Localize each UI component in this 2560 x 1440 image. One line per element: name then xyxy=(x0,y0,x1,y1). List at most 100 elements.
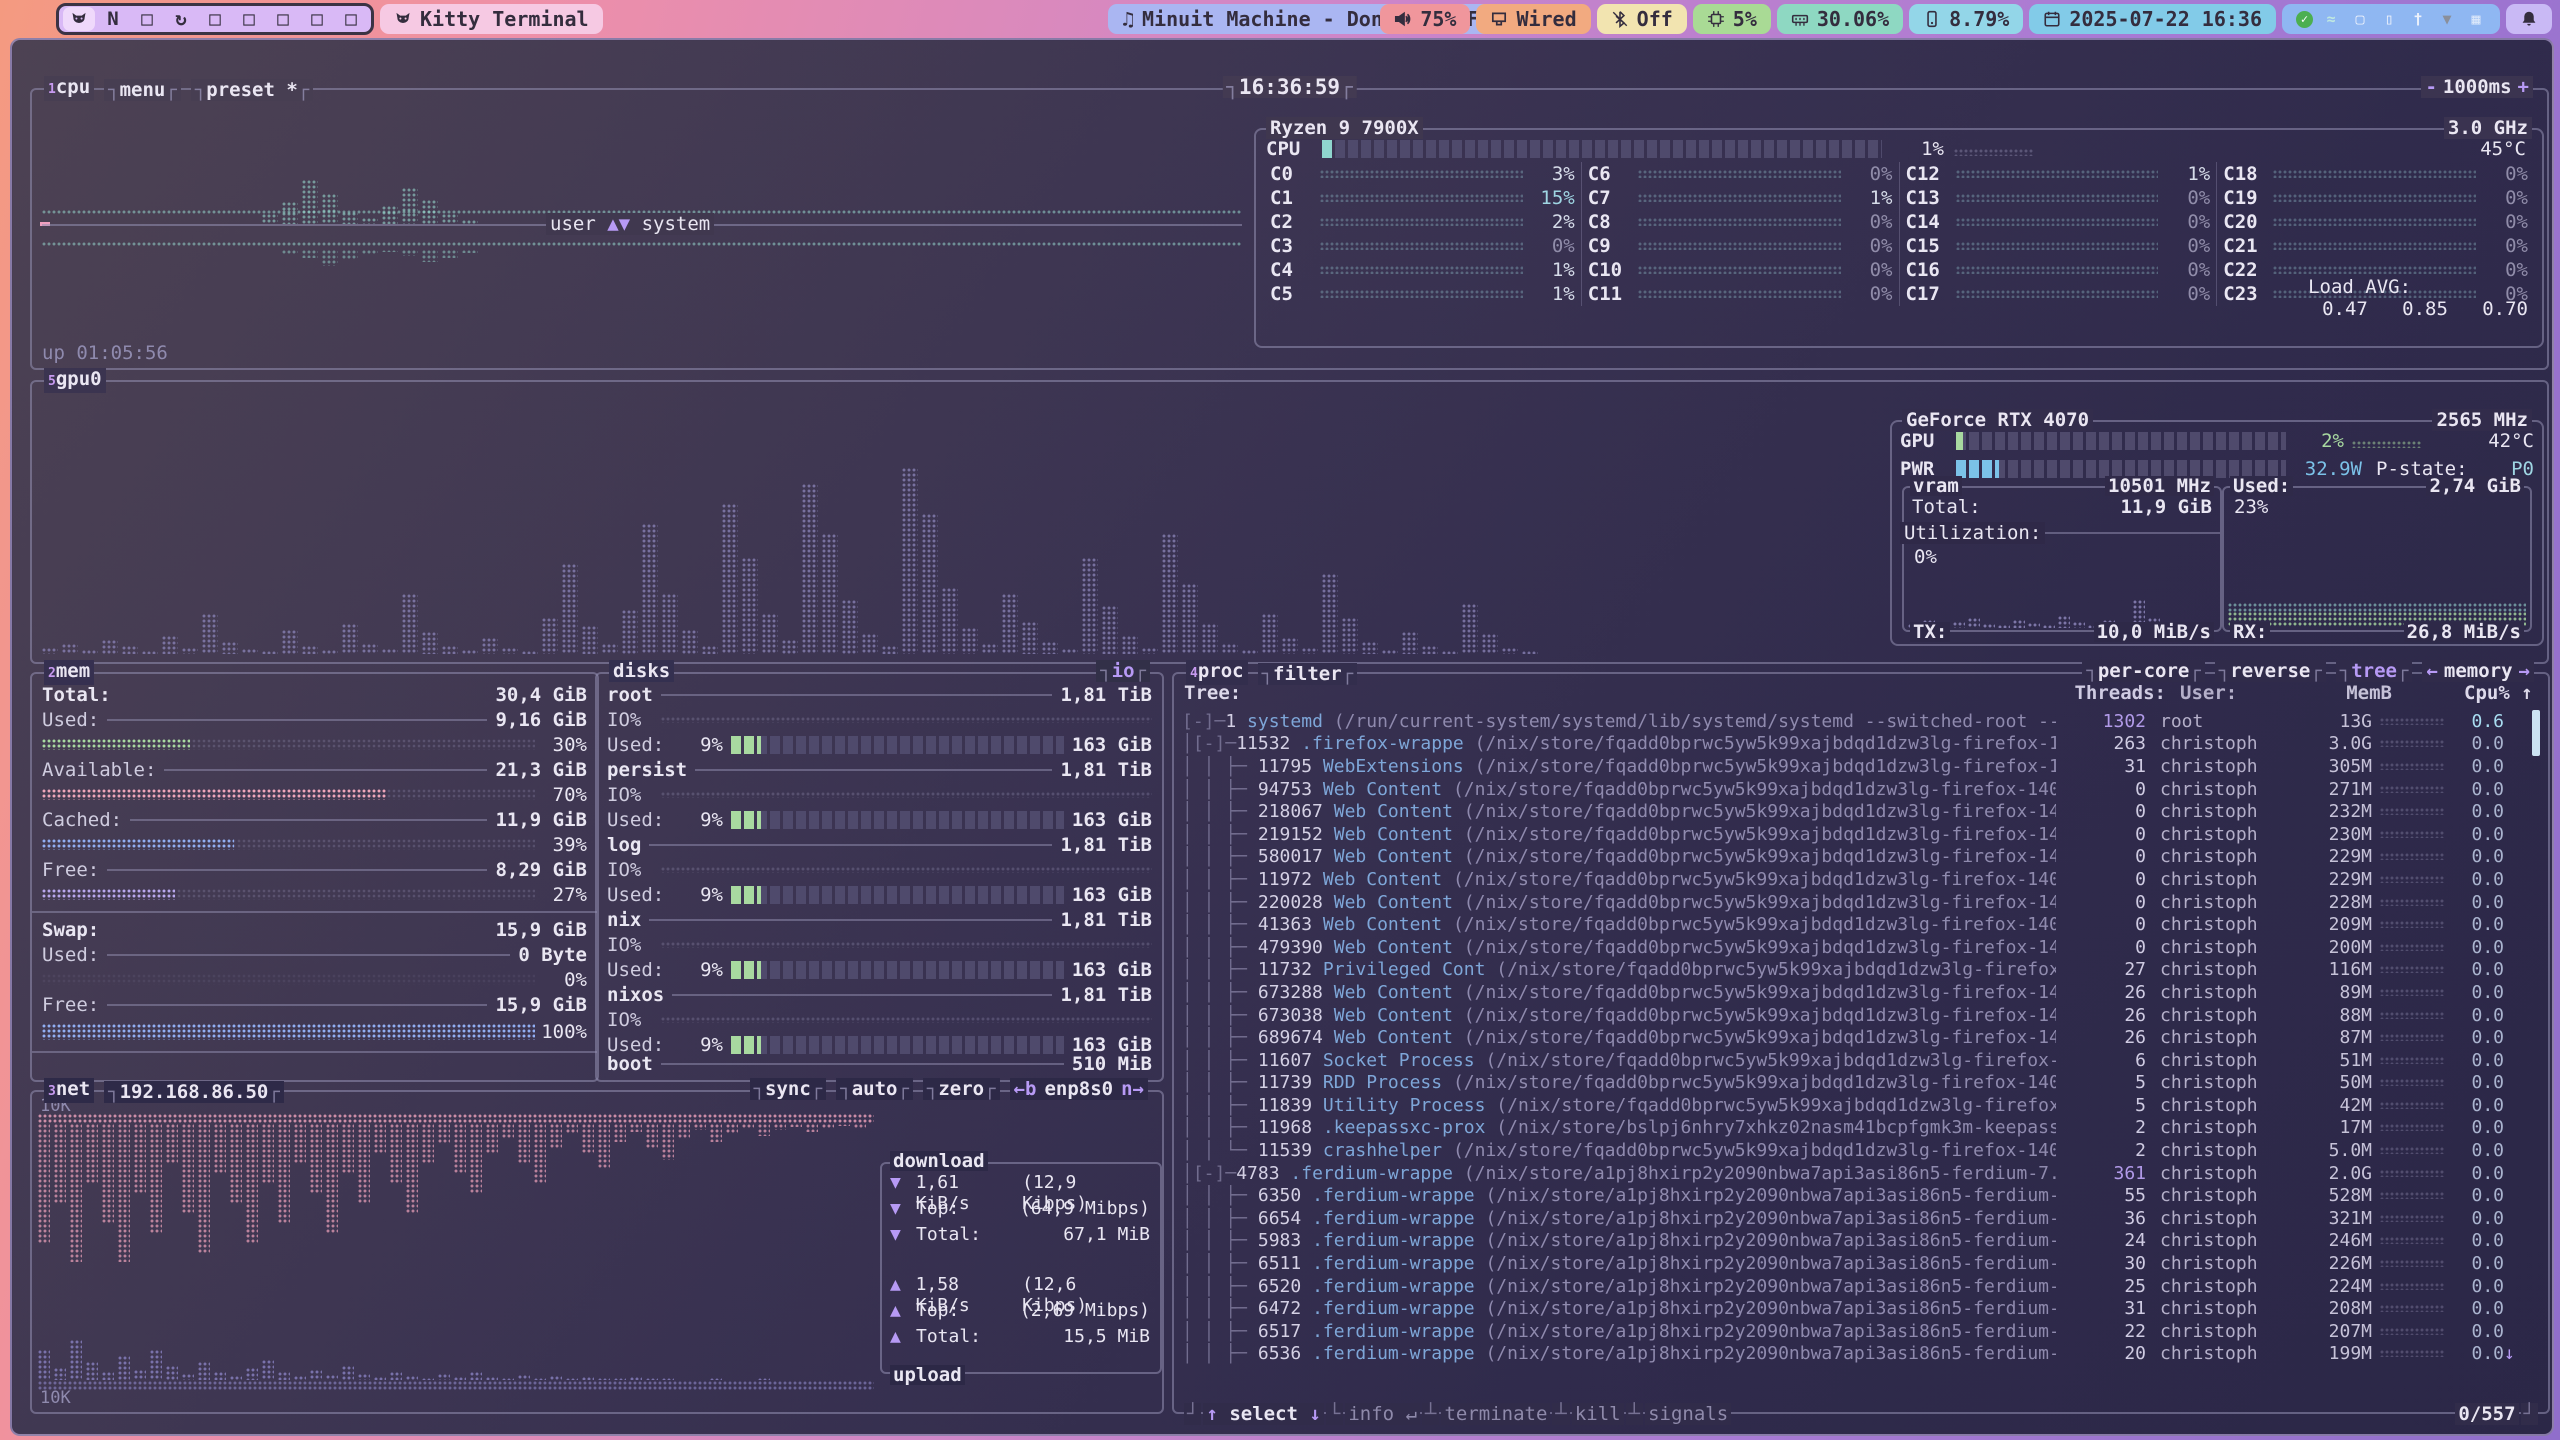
process-row[interactable]: │ │ ├─ 41363 Web Content (/nix/store/fqa… xyxy=(1182,913,2526,936)
workspace-button[interactable]: □ xyxy=(301,7,333,31)
process-row[interactable]: │ │ ├─ 580017 Web Content (/nix/store/fq… xyxy=(1182,846,2526,869)
gpu-util-percent: 2% xyxy=(2294,430,2344,452)
process-row[interactable]: │ │ ├─ 218067 Web Content (/nix/store/fq… xyxy=(1182,800,2526,823)
sync-button[interactable]: sync xyxy=(750,1078,827,1100)
process-row[interactable]: │ │ ├─ 220028 Web Content (/nix/store/fq… xyxy=(1182,891,2526,914)
process-row[interactable]: │ │ ├─ 11839 Utility Process (/nix/store… xyxy=(1182,1094,2526,1117)
filter-button[interactable]: filter xyxy=(1258,663,1358,685)
signals-action[interactable]: signals xyxy=(1645,1403,1731,1425)
process-row[interactable]: │ │ ├─ 673038 Web Content (/nix/store/fq… xyxy=(1182,1004,2526,1027)
workspace-kitty[interactable] xyxy=(63,7,95,31)
clock-module[interactable]: 2025-07-22 16:36 xyxy=(2029,4,2276,34)
zero-button[interactable]: zero xyxy=(923,1078,1000,1100)
sort-next-button[interactable]: → xyxy=(2519,660,2530,682)
workspace-button[interactable]: □ xyxy=(233,7,265,31)
process-row[interactable]: [-]─1 systemd (/run/current-system/syste… xyxy=(1182,710,2526,733)
tray-icon[interactable]: ≈ xyxy=(2321,9,2341,29)
terminate-action[interactable]: terminate xyxy=(1441,1403,1550,1425)
tree-column-header: Tree: xyxy=(1184,682,1241,704)
process-row[interactable]: │ │ ├─ 6520 .ferdium-wrappe (/nix/store/… xyxy=(1182,1275,2526,1298)
core-row: C30% xyxy=(1270,234,1575,258)
process-row[interactable]: │ │ ├─ 11972 Web Content (/nix/store/fqa… xyxy=(1182,868,2526,891)
tray-icon[interactable]: † xyxy=(2408,9,2428,29)
threads-column-header[interactable]: Threads: xyxy=(2056,682,2166,704)
core-row: C130% xyxy=(1906,186,2211,210)
iface-prev-button[interactable]: ←b xyxy=(1014,1078,1037,1100)
core-row: C51% xyxy=(1270,282,1575,306)
cpu-column-header[interactable]: Cpu% ↑ xyxy=(2464,682,2524,704)
interval-increase-button[interactable]: + xyxy=(2518,76,2529,98)
process-scrollbar[interactable] xyxy=(2532,710,2540,1394)
process-row[interactable]: │ │ ├─ 673288 Web Content (/nix/store/fq… xyxy=(1182,981,2526,1004)
process-row[interactable]: │ │ └─ 11539 crashhelper (/nix/store/fqa… xyxy=(1182,1139,2526,1162)
sort-prev-button[interactable]: ← xyxy=(2426,660,2437,682)
preset-button[interactable]: preset * xyxy=(191,79,313,101)
tree-button[interactable]: tree xyxy=(2336,660,2413,682)
mem-column-header[interactable]: MemB xyxy=(2320,682,2392,704)
process-row[interactable]: │ │ ├─ 6654 .ferdium-wrappe (/nix/store/… xyxy=(1182,1207,2526,1230)
cpu-value: 5% xyxy=(1733,7,1757,31)
io-mode-button[interactable]: io xyxy=(1096,660,1150,682)
tray-icon[interactable]: ▼ xyxy=(2437,9,2457,29)
reverse-button[interactable]: reverse xyxy=(2215,660,2326,682)
process-row[interactable]: │ │ ├─ 11607 Socket Process (/nix/store/… xyxy=(1182,1049,2526,1072)
network-panel: 3net 192.168.86.50 sync auto zero ←b enp… xyxy=(30,1090,1164,1414)
menu-button[interactable]: menu xyxy=(104,79,181,101)
status-bar: N□↻□□□□□ Kitty Terminal ♫ Minuit Machine… xyxy=(0,0,2560,38)
workspace-button[interactable]: □ xyxy=(335,7,367,31)
process-row[interactable]: │ │ ├─ 11732 Privileged Cont (/nix/store… xyxy=(1182,959,2526,982)
network-module[interactable]: Wired xyxy=(1476,4,1590,34)
check-icon[interactable]: ✓ xyxy=(2296,11,2313,28)
ram-icon xyxy=(1791,10,1809,28)
process-row[interactable]: │ │ ├─ 6517 .ferdium-wrappe (/nix/store/… xyxy=(1182,1320,2526,1343)
window-title[interactable]: Kitty Terminal xyxy=(380,4,603,34)
process-row[interactable]: │ │ ├─ 689674 Web Content (/nix/store/fq… xyxy=(1182,1026,2526,1049)
tray-icon[interactable]: ▯ xyxy=(2379,9,2399,29)
select-action[interactable]: select xyxy=(1229,1403,1298,1425)
disk-module[interactable]: 8.79% xyxy=(1909,4,2023,34)
cpu-module[interactable]: 5% xyxy=(1693,4,1771,34)
selection-count: 0/557 xyxy=(2455,1403,2518,1425)
mem-free-meter xyxy=(42,889,535,900)
mem-used-meter xyxy=(42,739,535,750)
download-total-value: 67,1 MiB xyxy=(1063,1224,1150,1250)
disks-panel: disks io root1,81 TiB IO% Used:9% 163 Gi… xyxy=(595,672,1164,1082)
workspace-button[interactable]: □ xyxy=(131,7,163,31)
disk-used-meter xyxy=(731,736,1064,754)
process-row[interactable]: │ │ ├─ 479390 Web Content (/nix/store/fq… xyxy=(1182,936,2526,959)
process-row[interactable]: │ │ ├─ 11968 .keepassxc-prox (/nix/store… xyxy=(1182,1117,2526,1140)
process-row[interactable]: │[-]─4783 .ferdium-wrappe (/nix/store/a1… xyxy=(1182,1162,2526,1185)
workspace-button[interactable]: □ xyxy=(267,7,299,31)
memory-module[interactable]: 30.06% xyxy=(1777,4,1903,34)
process-row[interactable]: │ │ ├─ 219152 Web Content (/nix/store/fq… xyxy=(1182,823,2526,846)
workspace-button[interactable]: N xyxy=(97,7,129,31)
process-row[interactable]: │ │ ├─ 11795 WebExtensions (/nix/store/f… xyxy=(1182,755,2526,778)
user-column-header[interactable]: User: xyxy=(2166,682,2320,704)
interval-decrease-button[interactable]: - xyxy=(2425,76,2436,98)
bluetooth-module[interactable]: Off xyxy=(1597,4,1687,34)
kill-action[interactable]: kill xyxy=(1572,1403,1624,1425)
process-row[interactable]: │ │ ├─ 5983 .ferdium-wrappe (/nix/store/… xyxy=(1182,1230,2526,1253)
process-row[interactable]: │ │ ├─ 94753 Web Content (/nix/store/fqa… xyxy=(1182,778,2526,801)
process-row[interactable]: │[-]─11532 .firefox-wrappe (/nix/store/f… xyxy=(1182,733,2526,756)
iface-next-button[interactable]: n→ xyxy=(1121,1078,1144,1100)
auto-button[interactable]: auto xyxy=(836,1078,913,1100)
process-row[interactable]: │ │ ├─ 6511 .ferdium-wrappe (/nix/store/… xyxy=(1182,1252,2526,1275)
notification-module[interactable] xyxy=(2506,4,2552,34)
net-download-graph xyxy=(38,1124,874,1262)
process-row[interactable]: │ │ ├─ 6472 .ferdium-wrappe (/nix/store/… xyxy=(1182,1297,2526,1320)
process-row[interactable]: │ │ ├─ 6536 .ferdium-wrappe (/nix/store/… xyxy=(1182,1343,2526,1366)
down-arrow-icon: ▼ xyxy=(890,1172,916,1198)
tray-icon[interactable]: ▢ xyxy=(2350,9,2370,29)
tray-icon[interactable]: ▦ xyxy=(2466,9,2486,29)
process-row[interactable]: │ │ ├─ 11739 RDD Process (/nix/store/fqa… xyxy=(1182,1072,2526,1095)
workspace-button[interactable]: □ xyxy=(199,7,231,31)
process-row[interactable]: │ │ ├─ 6350 .ferdium-wrappe (/nix/store/… xyxy=(1182,1184,2526,1207)
info-action[interactable]: info ↵ xyxy=(1345,1403,1420,1425)
workspace-button[interactable]: ↻ xyxy=(165,7,197,31)
core-row: C200% xyxy=(2223,210,2528,234)
process-list: [-]─1 systemd (/run/current-system/syste… xyxy=(1182,710,2526,1394)
bell-icon xyxy=(2520,10,2538,28)
volume-module[interactable]: 75% xyxy=(1380,4,1470,34)
per-core-button[interactable]: per-core xyxy=(2082,660,2204,682)
